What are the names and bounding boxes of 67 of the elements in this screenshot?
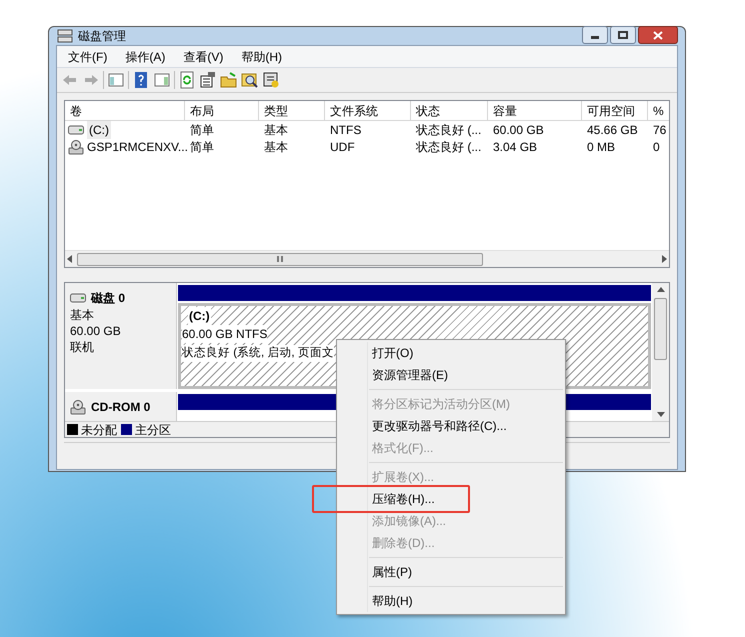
- panel-icon[interactable]: [153, 71, 171, 89]
- hard-drive-icon: [70, 293, 86, 303]
- volume-name[interactable]: (C:): [87, 120, 111, 138]
- close-button[interactable]: [638, 26, 678, 44]
- table-cell-text: 状态良好 (...: [416, 122, 482, 138]
- disk-detail: 基本: [70, 307, 95, 323]
- scrollbar-thumb[interactable]: [654, 298, 667, 360]
- menu-item[interactable]: 文件(F): [60, 46, 116, 66]
- left-arrow-icon: [67, 255, 73, 263]
- table-cell-text: 60.00 GB: [493, 122, 544, 138]
- cd-drive-icon: [70, 399, 86, 416]
- maximize-icon: [618, 31, 628, 39]
- menu-item[interactable]: 更改驱动器号和路径(C)...: [339, 415, 563, 437]
- table-cell-text: 0 MB: [587, 138, 616, 156]
- maximize-button[interactable]: [610, 26, 636, 44]
- table-cell-text: 状态良好 (...: [416, 138, 482, 156]
- table-cell-text: 基本: [264, 122, 288, 138]
- menu-item[interactable]: 资源管理器(E): [339, 364, 563, 386]
- hard-drive-icon: [68, 124, 84, 134]
- menu-item[interactable]: 查看(V): [175, 46, 232, 66]
- horizontal-scrollbar[interactable]: [65, 250, 669, 267]
- table-cell-text: 3.04 GB: [493, 138, 538, 156]
- up-arrow-icon: [656, 287, 664, 292]
- table-cell-text: 76: [653, 122, 666, 138]
- folder-icon[interactable]: [220, 71, 238, 89]
- menu-item[interactable]: 打开(O): [339, 342, 563, 364]
- panel-icon[interactable]: [107, 71, 125, 89]
- menu-item[interactable]: 压缩卷(H)...: [339, 488, 563, 510]
- partition-size: 60.00 GB NTFS: [182, 325, 268, 343]
- disk-name: CD-ROM 0: [91, 399, 150, 416]
- disk-app-icon: [57, 29, 73, 43]
- table-cell-text: 基本: [264, 138, 288, 156]
- vertical-scrollbar[interactable]: [652, 283, 669, 421]
- grip-icon: [277, 256, 283, 262]
- cd-drive-icon: [68, 138, 84, 154]
- right-arrow-icon: [661, 255, 667, 263]
- scrollbar-thumb[interactable]: [77, 252, 483, 266]
- settings-icon[interactable]: [262, 71, 280, 89]
- table-cell-text: 简单: [190, 138, 214, 156]
- down-arrow-icon: [656, 412, 664, 417]
- help-icon[interactable]: [132, 71, 150, 89]
- properties-icon[interactable]: [199, 71, 217, 89]
- minimize-button[interactable]: [582, 26, 608, 44]
- table-cell-text: NTFS: [330, 122, 362, 138]
- menu-item[interactable]: 帮助(H): [233, 46, 290, 66]
- partition-name: (C:): [188, 307, 211, 325]
- table-cell-text: 简单: [190, 122, 214, 138]
- table-cell-text: UDF: [330, 138, 355, 156]
- magnifier-icon[interactable]: [241, 71, 259, 89]
- disk-detail: 联机: [70, 339, 95, 355]
- menu-item[interactable]: 帮助(H): [339, 590, 563, 612]
- disk-detail: 60.00 GB: [70, 323, 122, 339]
- minimize-icon: [591, 36, 599, 39]
- menu-item[interactable]: 属性(P): [339, 561, 563, 583]
- legend-label: 主分区: [135, 422, 171, 437]
- disk-label-card[interactable]: CD-ROM 0: [65, 392, 177, 421]
- volume-name[interactable]: GSP1RMCENXV...: [87, 138, 188, 156]
- partition-status: 状态良好 (系统, 启动, 页面文: [182, 345, 334, 362]
- disk-name: 磁盘 0: [91, 290, 126, 307]
- window-title: 磁盘管理: [78, 28, 126, 45]
- refresh-icon[interactable]: [178, 71, 196, 89]
- table-cell-text: 0: [653, 138, 660, 156]
- close-icon: [653, 30, 663, 40]
- legend-label: 未分配: [81, 422, 117, 437]
- disk-label-card[interactable]: 磁盘 0 基本 60.00 GB 联机: [65, 283, 177, 390]
- table-cell-text: 45.66 GB: [587, 122, 638, 138]
- menu-item[interactable]: 操作(A): [117, 46, 174, 66]
